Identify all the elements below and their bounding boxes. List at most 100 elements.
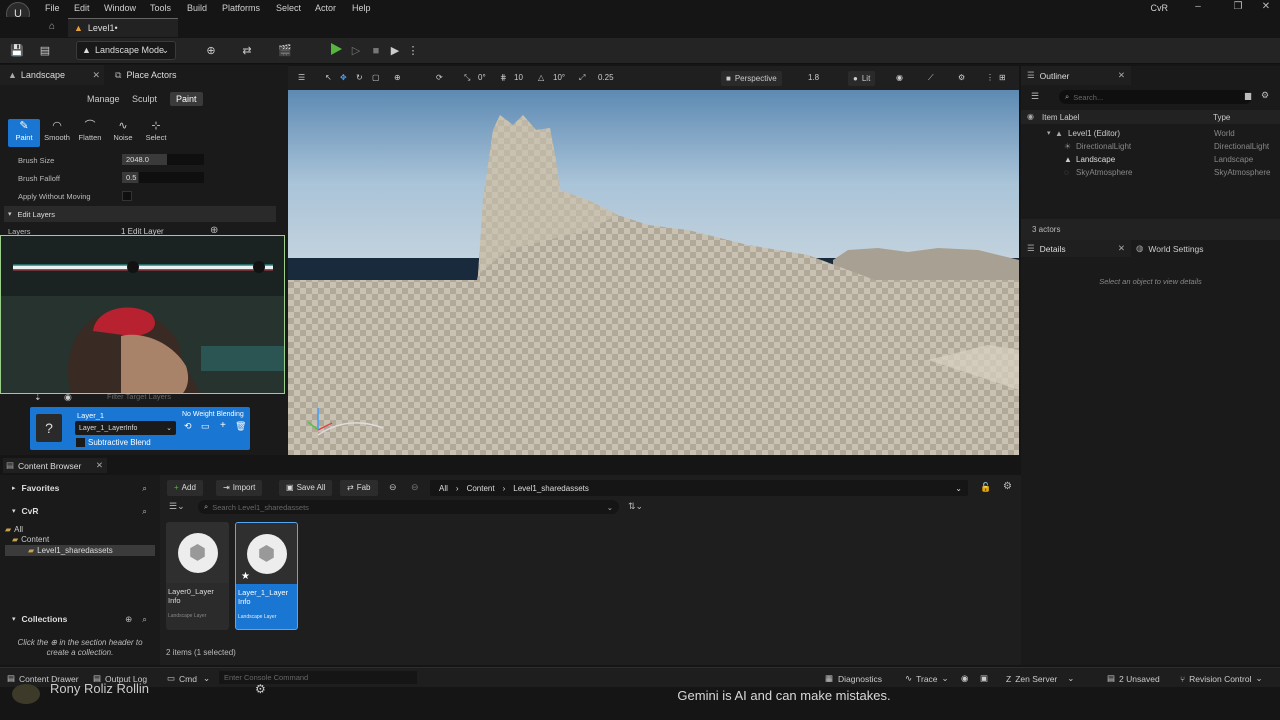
- menu-platforms[interactable]: Platforms: [222, 3, 260, 13]
- search-icon[interactable]: ⌕: [142, 483, 147, 494]
- close-tab-icon[interactable]: ✕: [96, 460, 103, 471]
- fov-value[interactable]: 1.8: [808, 73, 819, 82]
- forward-icon[interactable]: ⊖: [411, 482, 419, 493]
- screenshot-icon[interactable]: ▣: [980, 673, 988, 684]
- blueprint-icon[interactable]: ⇄: [240, 44, 254, 58]
- add-collection-icon[interactable]: ⊕: [125, 614, 132, 625]
- tab-place-actors[interactable]: ⧉ Place Actors: [105, 65, 283, 85]
- tab-landscape[interactable]: ▲ Landscape ✕: [0, 65, 104, 85]
- delete-icon[interactable]: 🗑: [235, 421, 246, 432]
- paint-mode-button[interactable]: Paint: [170, 92, 203, 106]
- filter-icon[interactable]: ☰: [1031, 91, 1039, 102]
- menu-tools[interactable]: Tools: [150, 3, 171, 13]
- lit-button[interactable]: ● Lit: [848, 71, 876, 86]
- more-options-icon[interactable]: ⋮: [986, 73, 994, 82]
- tab-world-settings[interactable]: ◍ World Settings: [1134, 240, 1244, 257]
- zen-server-button[interactable]: Z Zen Server ⌄: [1006, 673, 1074, 684]
- console-input[interactable]: Enter Console Command: [219, 671, 417, 684]
- close-tab-icon[interactable]: ✕: [1118, 70, 1125, 81]
- home-icon[interactable]: ⌂: [49, 21, 55, 32]
- menu-actor[interactable]: Actor: [315, 3, 336, 13]
- tree-item-all[interactable]: ▰ All: [5, 525, 23, 534]
- scale-icon[interactable]: ▢: [372, 73, 380, 82]
- rotate-icon[interactable]: ↻: [356, 73, 363, 82]
- search-icon[interactable]: ⌕: [142, 506, 147, 517]
- brush-falloff-input[interactable]: 0.5: [122, 172, 204, 183]
- back-icon[interactable]: ⊖: [389, 482, 397, 493]
- menu-window[interactable]: Window: [104, 3, 136, 13]
- subtractive-blend-checkbox[interactable]: [76, 438, 85, 447]
- outliner-search-input[interactable]: ⌕ Search...: [1059, 90, 1252, 104]
- col-item-label[interactable]: Item Label: [1042, 113, 1079, 122]
- project-header[interactable]: ▾ CvR ⌕: [0, 503, 155, 519]
- maximize-icon[interactable]: ❐: [1226, 1, 1250, 15]
- favorites-header[interactable]: ▸ Favorites ⌕: [0, 480, 155, 496]
- world-local-icon[interactable]: ⊕: [394, 73, 401, 82]
- brush-size-input[interactable]: 2048.0: [122, 154, 204, 165]
- close-icon[interactable]: ✕: [1254, 1, 1278, 15]
- select-mode-icon[interactable]: ↖: [325, 73, 332, 82]
- more-options-icon[interactable]: ⋮: [406, 44, 420, 58]
- save-all-button[interactable]: ▣ Save All: [279, 480, 333, 496]
- outliner-row[interactable]: ▲ Landscape Landscape: [1021, 153, 1280, 166]
- browse-icon[interactable]: ▤: [38, 44, 52, 58]
- import-button[interactable]: ⇥ Import: [216, 480, 263, 496]
- step-icon[interactable]: ▷: [349, 44, 363, 58]
- breadcrumb-all[interactable]: All: [439, 484, 448, 493]
- tab-content-browser[interactable]: ▤ Content Browser ✕: [3, 458, 107, 473]
- settings-gear-icon[interactable]: ⚙: [1261, 90, 1269, 101]
- add-button[interactable]: + Add: [167, 480, 203, 496]
- manage-mode-button[interactable]: Manage: [81, 92, 126, 106]
- stop-icon[interactable]: ■: [369, 44, 383, 58]
- perspective-button[interactable]: ■ Perspective: [721, 71, 782, 86]
- rotation-snap-value[interactable]: 10°: [553, 73, 565, 82]
- breadcrumb-content[interactable]: Content: [467, 484, 495, 493]
- realtime-icon[interactable]: ⟋: [928, 73, 934, 83]
- fab-button[interactable]: ⇄ Fab: [340, 480, 378, 496]
- menu-file[interactable]: File: [45, 3, 60, 13]
- level-viewport[interactable]: [288, 90, 1019, 455]
- menu-select[interactable]: Select: [276, 3, 301, 13]
- scale-snap-icon[interactable]: ⤢: [579, 73, 585, 83]
- target-layer-card[interactable]: ? Layer_1 No Weight Blending Layer_1_Lay…: [30, 407, 250, 450]
- browse-folder-icon[interactable]: ▭: [201, 421, 210, 432]
- folder-add-icon[interactable]: ▆: [1245, 91, 1251, 100]
- record-icon[interactable]: ◉: [961, 673, 968, 684]
- menu-edit[interactable]: Edit: [74, 3, 90, 13]
- diagnostics-button[interactable]: ▦ Diagnostics: [825, 673, 882, 684]
- close-tab-icon[interactable]: ✕: [1118, 243, 1125, 254]
- tab-details[interactable]: ☰ Details ✕: [1021, 240, 1131, 257]
- angle-snap-value[interactable]: 0°: [478, 73, 486, 82]
- cmd-selector[interactable]: ▭ Cmd ⌄: [167, 673, 210, 684]
- settings-gear-icon[interactable]: ⚙: [1003, 481, 1012, 492]
- eject-icon[interactable]: ▶: [388, 44, 402, 58]
- revision-control-button[interactable]: ⑂ Revision Control ⌄: [1180, 673, 1263, 684]
- tree-item-content[interactable]: ▰ Content: [12, 535, 49, 544]
- minimize-icon[interactable]: –: [1186, 1, 1210, 15]
- collections-header[interactable]: ▾ Collections ⊕ ⌕: [0, 611, 155, 627]
- trace-button[interactable]: ∿ Trace ⌄: [905, 673, 949, 684]
- add-actor-icon[interactable]: ⊕: [204, 44, 218, 58]
- tab-level[interactable]: ▲ Level1•: [68, 18, 178, 37]
- asset-tile-selected[interactable]: ⬢ ★ Layer_1_Layer Info Landscape Layer: [235, 522, 298, 630]
- close-tab-icon[interactable]: ✕: [92, 65, 100, 85]
- col-type[interactable]: Type: [1213, 113, 1230, 122]
- viewport-menu-icon[interactable]: ☰: [298, 73, 305, 82]
- show-icon[interactable]: ◉: [896, 73, 903, 82]
- menu-help[interactable]: Help: [352, 3, 371, 13]
- use-asset-icon[interactable]: ⟲: [184, 421, 192, 432]
- layout-grid-icon[interactable]: ⊞: [999, 73, 1006, 82]
- cinematics-icon[interactable]: 🎬: [278, 44, 292, 58]
- apply-without-moving-checkbox[interactable]: [122, 191, 132, 201]
- filter-icon[interactable]: ☰⌄: [169, 501, 185, 512]
- noise-tool-button[interactable]: ∿ Noise: [107, 119, 139, 147]
- add-icon[interactable]: +: [220, 420, 226, 431]
- chevron-down-icon[interactable]: ⌄: [955, 484, 962, 493]
- sculpt-mode-button[interactable]: Sculpt: [126, 92, 163, 106]
- angle-snap-icon[interactable]: ⤡: [464, 73, 470, 83]
- breadcrumb-level1-sharedassets[interactable]: Level1_sharedassets: [513, 484, 589, 493]
- tree-item-level1-sharedassets[interactable]: ▰ Level1_sharedassets: [5, 545, 155, 556]
- sort-icon[interactable]: ⇅⌄: [628, 501, 643, 512]
- translate-icon[interactable]: ✥: [340, 73, 347, 82]
- lock-icon[interactable]: 🔓: [980, 482, 991, 493]
